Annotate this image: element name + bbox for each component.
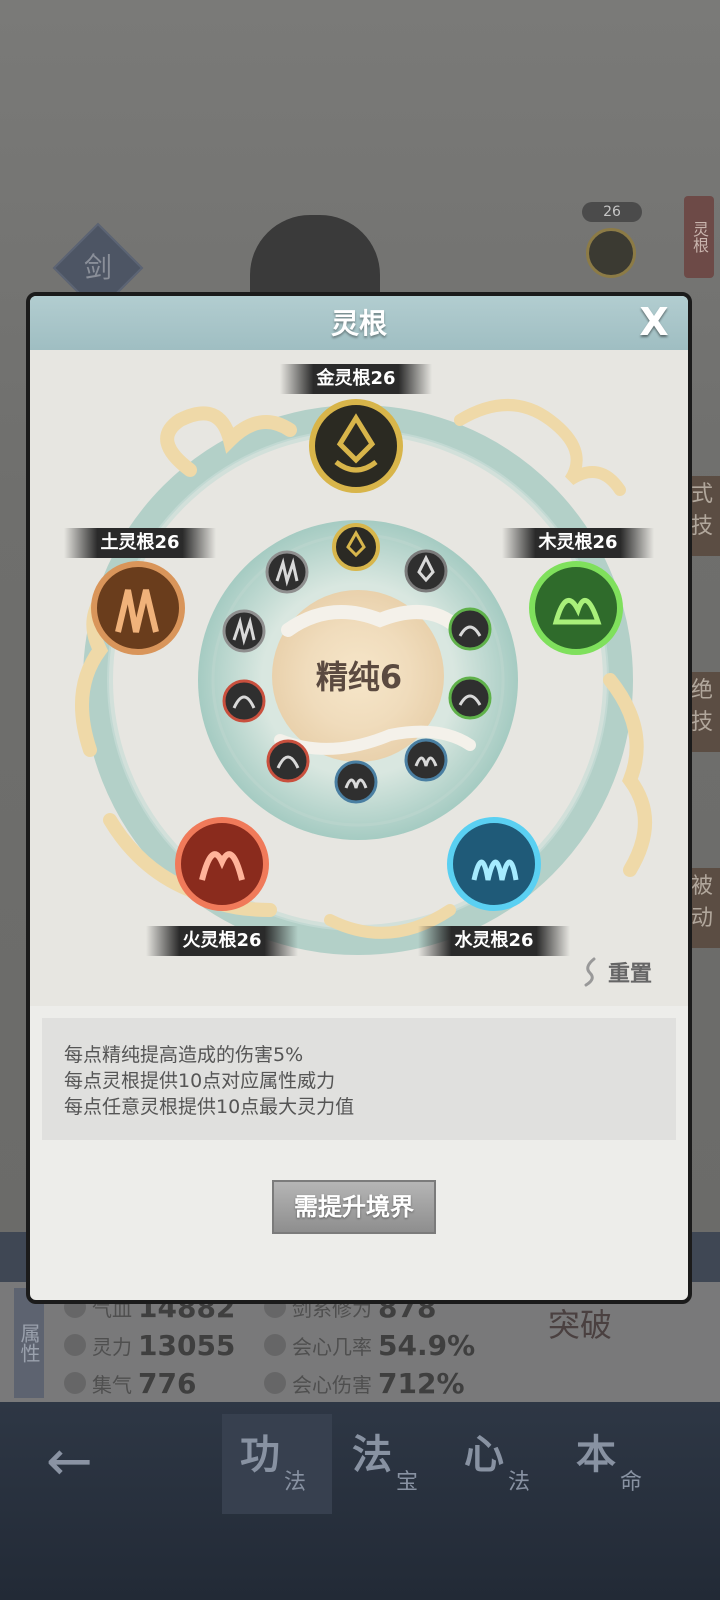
wood-root-label: 木灵根26 <box>502 528 654 558</box>
description-line: 每点精纯提高造成的伤害5% <box>64 1044 304 1066</box>
description-line: 每点任意灵根提供10点最大灵力值 <box>64 1096 355 1118</box>
tab-sublabel: 法 <box>284 1470 307 1495</box>
fire-root-node <box>175 817 269 911</box>
earth-root-node <box>91 561 185 655</box>
wood-root-node <box>529 561 623 655</box>
drop-icon <box>64 1334 86 1356</box>
small-water-node-2 <box>334 760 378 804</box>
tab-sublabel: 命 <box>620 1470 643 1495</box>
stat-spirit: 灵力 13055 <box>64 1328 235 1362</box>
stat-crit-rate: 会心几率 54.9% <box>264 1328 475 1362</box>
bottom-nav: ← 功 法 法 宝 心 法 本 命 <box>0 1402 720 1600</box>
tab-treasure[interactable]: 法 宝 <box>334 1414 444 1514</box>
sword-badge-label: 剑 <box>83 251 112 284</box>
earth-root-label: 土灵根26 <box>64 528 216 558</box>
breakthrough-button[interactable]: 突破 <box>548 1300 648 1390</box>
description-box: 每点精纯提高造成的伤害5% 每点灵根提供10点对应属性威力 每点任意灵根提供10… <box>42 1018 676 1140</box>
stats-section-label: 属性 <box>14 1288 44 1398</box>
stat-value: 13055 <box>138 1328 236 1362</box>
fire-root-label: 火灵根26 <box>146 926 298 956</box>
spirit-root-wheel: 金灵根26 木灵根26 土灵根26 火灵根26 水灵根26 精纯6 重置 <box>30 350 688 1006</box>
modal-title: 灵根 <box>330 307 387 340</box>
side-tab-spirit-root[interactable]: 灵根 <box>684 196 714 278</box>
tab-mind-method[interactable]: 心 法 <box>446 1414 556 1514</box>
spark-icon <box>264 1372 286 1394</box>
tab-sublabel: 法 <box>508 1470 531 1495</box>
metal-root-label: 金灵根26 <box>280 364 432 394</box>
stat-value: 776 <box>138 1366 197 1400</box>
stat-value: 54.9% <box>378 1328 476 1362</box>
description-line: 每点灵根提供10点对应属性威力 <box>64 1070 336 1092</box>
small-metal-node <box>332 523 380 571</box>
stat-label: 会心几率 <box>292 1334 372 1359</box>
small-fire-node-2 <box>222 679 266 723</box>
purity-value: 精纯6 <box>315 658 403 696</box>
stat-label: 灵力 <box>92 1334 132 1359</box>
reset-swirl-icon <box>584 957 596 987</box>
tab-sublabel: 宝 <box>396 1470 419 1495</box>
stat-gather: 集气 776 <box>64 1366 196 1400</box>
tab-label: 心 <box>464 1432 504 1478</box>
small-metal-node-2 <box>404 549 448 593</box>
stat-label: 会心伤害 <box>292 1372 372 1397</box>
crit-rate-icon <box>264 1334 286 1356</box>
tab-label: 功 <box>240 1432 280 1478</box>
metal-root-node <box>309 399 403 493</box>
stat-value: 712% <box>378 1366 465 1400</box>
stat-crit-damage: 会心伤害 712% <box>264 1366 465 1400</box>
reset-button[interactable]: 重置 <box>580 952 680 992</box>
stat-label: 集气 <box>92 1372 132 1397</box>
close-button[interactable]: X <box>634 302 674 342</box>
small-earth-node <box>222 609 266 653</box>
realm-upgrade-button[interactable]: 需提升境界 <box>272 1180 436 1234</box>
back-arrow-icon[interactable]: ← <box>46 1432 110 1492</box>
mini-count: 26 <box>582 202 642 222</box>
tab-label: 本 <box>576 1432 616 1478</box>
spirit-root-modal: 灵根 X 金灵根26 木灵根26 土灵根26 火灵根26 水灵根26 精纯6 重… <box>26 292 692 1304</box>
modal-header: 灵根 X <box>30 296 688 351</box>
small-wood-node <box>448 607 492 651</box>
tab-natal[interactable]: 本 命 <box>558 1414 668 1514</box>
reset-label: 重置 <box>608 962 653 987</box>
swirl-icon <box>64 1372 86 1394</box>
small-earth-node-2 <box>265 550 309 594</box>
tab-label: 法 <box>352 1432 392 1478</box>
small-wood-node-2 <box>448 676 492 720</box>
small-water-node <box>404 738 448 782</box>
small-fire-node <box>266 739 310 783</box>
water-root-label: 水灵根26 <box>418 926 570 956</box>
mini-root-node <box>586 228 636 278</box>
tab-skills[interactable]: 功 法 <box>222 1414 332 1514</box>
water-root-node <box>447 817 541 911</box>
